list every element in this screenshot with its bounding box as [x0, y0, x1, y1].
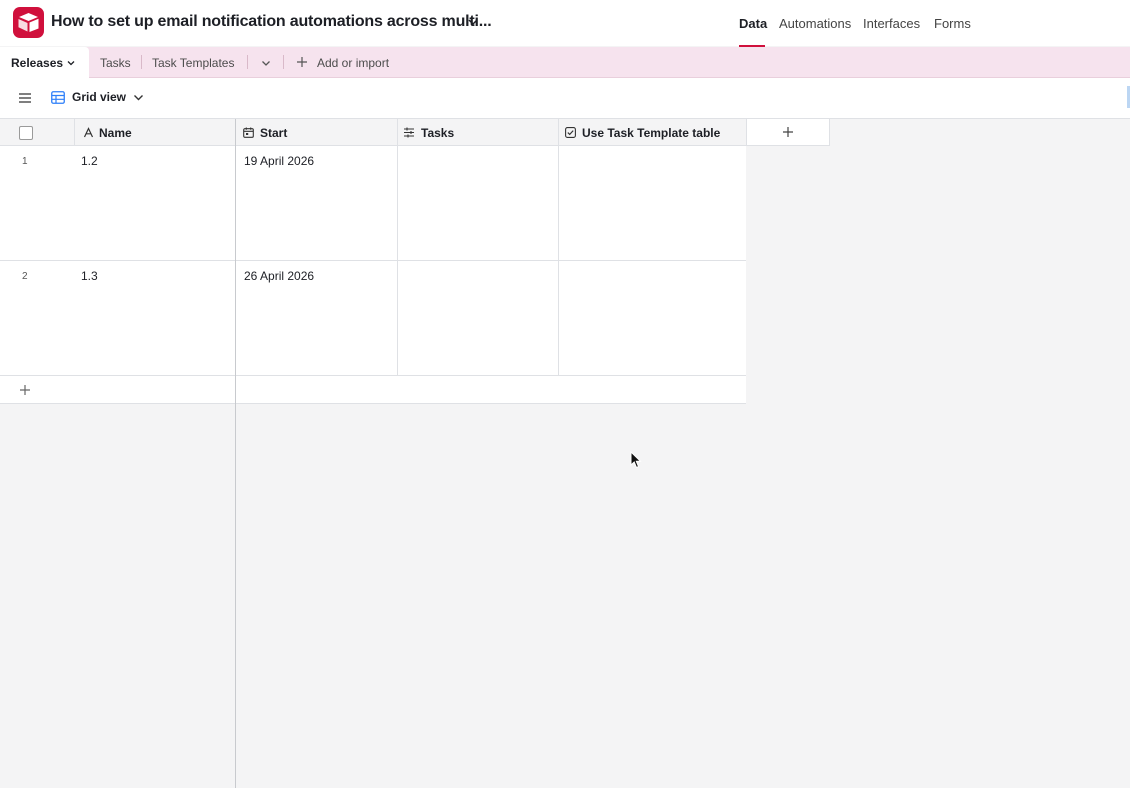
cell-value: 1.3 [81, 269, 98, 283]
table-row[interactable]: 1 1.2 19 April 2026 [0, 146, 746, 261]
row-number: 2 [22, 271, 28, 282]
text-field-icon [83, 127, 94, 138]
hamburger-menu-icon[interactable] [18, 92, 32, 104]
add-row-button[interactable] [0, 376, 746, 404]
add-field-button[interactable] [747, 119, 830, 146]
column-header-label: Name [99, 126, 132, 140]
top-bar: How to set up email notification automat… [0, 0, 1130, 47]
tab-task-templates[interactable]: Task Templates [152, 56, 234, 70]
tab-divider [283, 55, 284, 69]
column-header-label: Tasks [421, 126, 455, 140]
cell-start[interactable]: 26 April 2026 [236, 261, 398, 375]
tab-divider [247, 55, 248, 69]
frozen-column-divider[interactable] [235, 119, 236, 788]
plus-icon[interactable] [296, 56, 308, 68]
column-header-start[interactable]: Start [236, 119, 398, 146]
linked-record-icon [404, 127, 414, 138]
chevron-down-icon[interactable] [260, 58, 272, 68]
nav-data[interactable]: Data [739, 16, 767, 31]
plus-icon [783, 127, 793, 137]
cell-value: 26 April 2026 [244, 269, 315, 283]
base-title[interactable]: How to set up email notification automat… [51, 13, 492, 31]
nav-forms[interactable]: Forms [934, 16, 971, 31]
table-row[interactable]: 2 1.3 26 April 2026 [0, 261, 746, 376]
plus-icon [20, 385, 30, 395]
table-tab-bar: Releases Tasks Task Templates Add or imp… [0, 47, 1130, 78]
chevron-down-icon[interactable] [133, 94, 144, 102]
nav-interfaces[interactable]: Interfaces [863, 16, 920, 31]
grid-view-icon [51, 91, 65, 104]
column-header-tasks[interactable]: Tasks [398, 119, 559, 146]
cell-use-task-template[interactable] [559, 261, 746, 375]
cell-tasks[interactable] [398, 261, 559, 375]
chevron-down-icon[interactable] [66, 58, 76, 68]
column-header-label: Use Task Template table [582, 126, 721, 140]
row-number-cell: 1 [0, 146, 75, 260]
grid: Name Start Tasks Use Task Template table… [0, 119, 1130, 788]
column-header-use-task-template-table[interactable]: Use Task Template table [559, 119, 747, 146]
tab-releases[interactable]: Releases [0, 47, 89, 78]
cell-value: 1.2 [81, 154, 98, 168]
airtable-logo-icon[interactable] [13, 7, 44, 38]
calendar-icon [243, 127, 254, 138]
chevron-down-icon[interactable] [466, 15, 480, 29]
tab-divider [141, 55, 142, 69]
cell-name[interactable]: 1.2 [75, 146, 236, 260]
tab-releases-label: Releases [11, 56, 64, 70]
select-all-header [0, 119, 75, 146]
cell-use-task-template[interactable] [559, 146, 746, 260]
mouse-cursor-icon [630, 451, 642, 469]
column-header-label: Start [260, 126, 288, 140]
cell-name[interactable]: 1.3 [75, 261, 236, 375]
select-all-checkbox[interactable] [19, 126, 33, 140]
add-or-import-button[interactable]: Add or import [317, 56, 389, 70]
cell-start[interactable]: 19 April 2026 [236, 146, 398, 260]
cell-value: 19 April 2026 [244, 154, 315, 168]
tab-tasks[interactable]: Tasks [100, 56, 131, 70]
view-switcher[interactable]: Grid view [72, 90, 126, 104]
row-number: 1 [22, 156, 28, 167]
checkbox-icon [565, 127, 576, 138]
nav-automations[interactable]: Automations [779, 16, 851, 31]
column-header-name[interactable]: Name [75, 119, 236, 146]
cell-tasks[interactable] [398, 146, 559, 260]
view-bar: Grid view [0, 78, 1130, 119]
row-number-cell: 2 [0, 261, 75, 375]
